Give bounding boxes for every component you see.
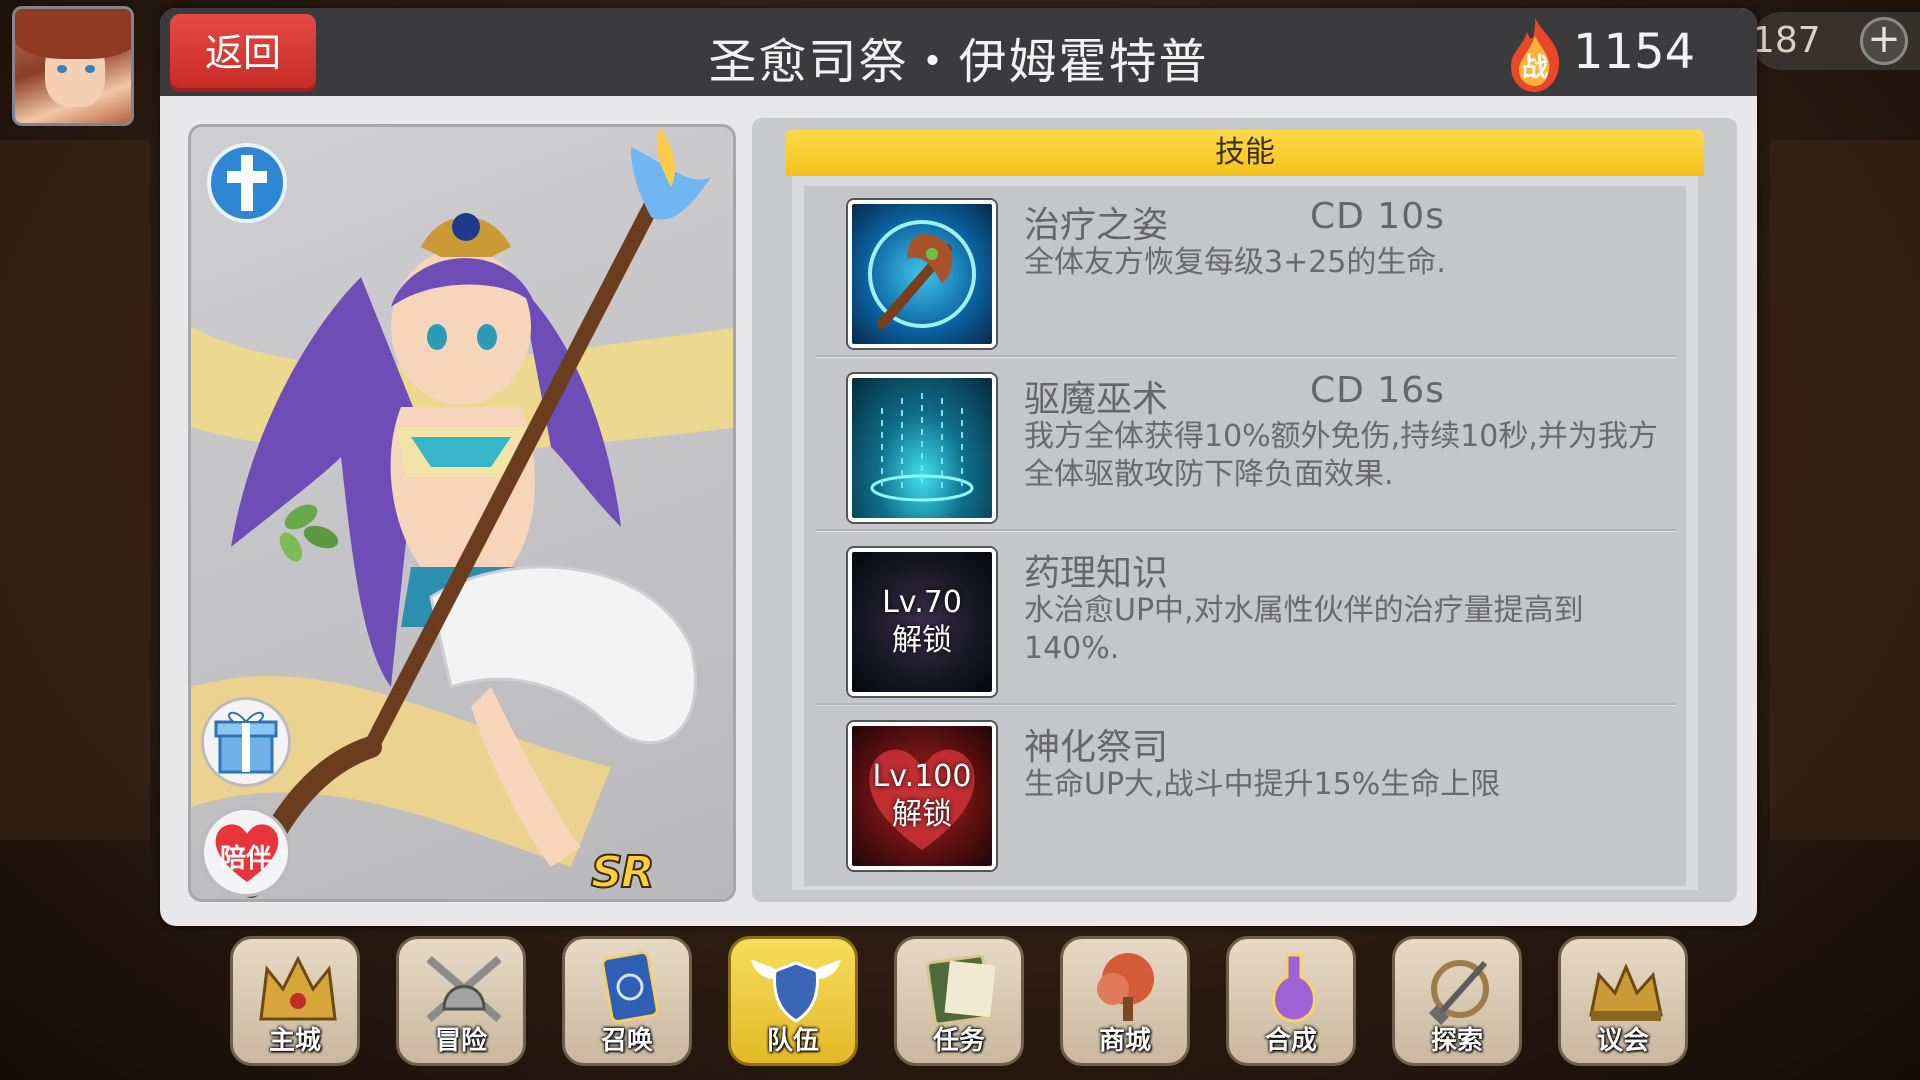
nav-main-city[interactable]: 主城 xyxy=(230,936,360,1066)
gift-box-icon xyxy=(214,711,278,774)
potion-flask-icon xyxy=(1272,953,1316,1023)
council-crown-icon xyxy=(1589,963,1663,1021)
nav-label: 主城 xyxy=(268,1026,321,1056)
skill-row[interactable]: Lv.70 解锁 药理知识 水治愈UP中,对水属性伙伴的治疗量提高到140%. xyxy=(804,534,1686,706)
back-button[interactable]: 返回 xyxy=(170,14,316,92)
currency-display: 187 + xyxy=(1752,12,1920,70)
currency-value: 187 xyxy=(1752,20,1821,61)
skill-cooldown: CD 16s xyxy=(1310,370,1445,411)
character-illustration xyxy=(191,127,733,898)
add-currency-button[interactable]: + xyxy=(1860,17,1908,65)
nav-adventure[interactable]: 冒险 xyxy=(396,936,526,1066)
skill-description: 全体友方恢复每级3+25的生命. xyxy=(1024,245,1446,280)
quest-book-icon xyxy=(925,954,996,1026)
nav-council[interactable]: 议会 xyxy=(1558,936,1688,1066)
skills-header: 技能 xyxy=(786,130,1704,176)
nav-summon[interactable]: 召唤 xyxy=(562,936,692,1066)
nav-label: 召唤 xyxy=(600,1026,653,1056)
helmet-swords-icon xyxy=(426,955,502,1023)
bottom-nav: 主城 冒险 召唤 队伍 任务 商城 合成 探索 议会 xyxy=(230,936,1690,1066)
unlock-label: 解锁 xyxy=(892,623,952,658)
skill-name: 治疗之姿 xyxy=(1024,205,1169,246)
power-icon-label: 战 xyxy=(1522,53,1548,83)
skills-panel: 技能 治疗之姿 CD 10s 全体友方恢复每级3+25的生命. 驱魔巫术 CD … xyxy=(752,118,1737,902)
nav-label: 探索 xyxy=(1430,1026,1483,1056)
skill-description: 生命UP大,战斗中提升15%生命上限 xyxy=(1024,767,1501,802)
winged-shield-icon xyxy=(751,959,841,1023)
skill-name: 驱魔巫术 xyxy=(1024,379,1169,420)
combat-power-value: 1154 xyxy=(1573,24,1696,80)
nav-label: 商城 xyxy=(1098,1026,1151,1056)
character-card: SR 陪伴 xyxy=(188,124,736,902)
exorcism-magic-icon xyxy=(848,374,996,522)
skill-row[interactable]: Lv.100 解锁 神化祭司 生命UP大,战斗中提升15%生命上限 xyxy=(804,708,1686,880)
skill-row[interactable]: 驱魔巫术 CD 16s 我方全体获得10%额外免伤,持续10秒,并为我方全体驱散… xyxy=(804,360,1686,532)
nav-team[interactable]: 队伍 xyxy=(728,936,858,1066)
nav-explore[interactable]: 探索 xyxy=(1392,936,1522,1066)
skill-row[interactable]: 治疗之姿 CD 10s 全体友方恢复每级3+25的生命. xyxy=(804,186,1686,358)
nav-label: 冒险 xyxy=(434,1026,487,1056)
nav-synthesis[interactable]: 合成 xyxy=(1226,936,1356,1066)
rarity-badge: SR xyxy=(590,846,656,899)
background-shelf-left xyxy=(0,140,150,840)
companion-label: 陪伴 xyxy=(219,844,272,874)
crown-icon xyxy=(259,955,337,1021)
skill-name: 神化祭司 xyxy=(1024,727,1169,768)
skill-cooldown: CD 10s xyxy=(1310,196,1445,237)
fire-power-icon: 战 xyxy=(1511,18,1560,92)
cross-class-icon xyxy=(207,143,287,223)
gift-button[interactable] xyxy=(201,697,291,787)
nav-quest[interactable]: 任务 xyxy=(894,936,1024,1066)
skill-description: 水治愈UP中,对水属性伙伴的治疗量提高到140%. xyxy=(1024,593,1584,666)
nav-label: 队伍 xyxy=(766,1026,819,1056)
nav-label: 任务 xyxy=(932,1026,985,1056)
skill-description: 我方全体获得10%额外免伤,持续10秒,并为我方全体驱散攻防下降负面效果. xyxy=(1024,419,1658,492)
nav-label: 议会 xyxy=(1596,1026,1649,1056)
nav-label: 合成 xyxy=(1264,1026,1317,1056)
skill-list: 治疗之姿 CD 10s 全体友方恢复每级3+25的生命. 驱魔巫术 CD 16s xyxy=(804,186,1686,886)
nav-shop[interactable]: 商城 xyxy=(1060,936,1190,1066)
shovel-rope-icon xyxy=(1429,960,1489,1025)
unlock-level: Lv.100 xyxy=(872,759,972,794)
summon-card-icon xyxy=(601,950,659,1024)
unlock-label: 解锁 xyxy=(892,797,952,832)
hero-detail-panel: 圣愈司祭・伊姆霍特普 返回 战 1154 SR 陪伴 技能 治疗之姿 CD 10… xyxy=(160,8,1757,926)
background-shelf-right xyxy=(1770,140,1920,840)
unlock-level: Lv.70 xyxy=(882,585,962,620)
companion-button[interactable]: 陪伴 xyxy=(201,807,291,897)
healing-staff-icon xyxy=(848,200,996,348)
title-bar: 圣愈司祭・伊姆霍特普 返回 战 1154 xyxy=(160,8,1757,96)
locked-heart-skill-icon: Lv.100 解锁 xyxy=(848,722,996,870)
player-avatar[interactable] xyxy=(12,6,134,126)
skill-name: 药理知识 xyxy=(1024,553,1169,594)
locked-skill-icon: Lv.70 解锁 xyxy=(848,548,996,696)
shop-tree-icon xyxy=(1097,953,1154,1021)
